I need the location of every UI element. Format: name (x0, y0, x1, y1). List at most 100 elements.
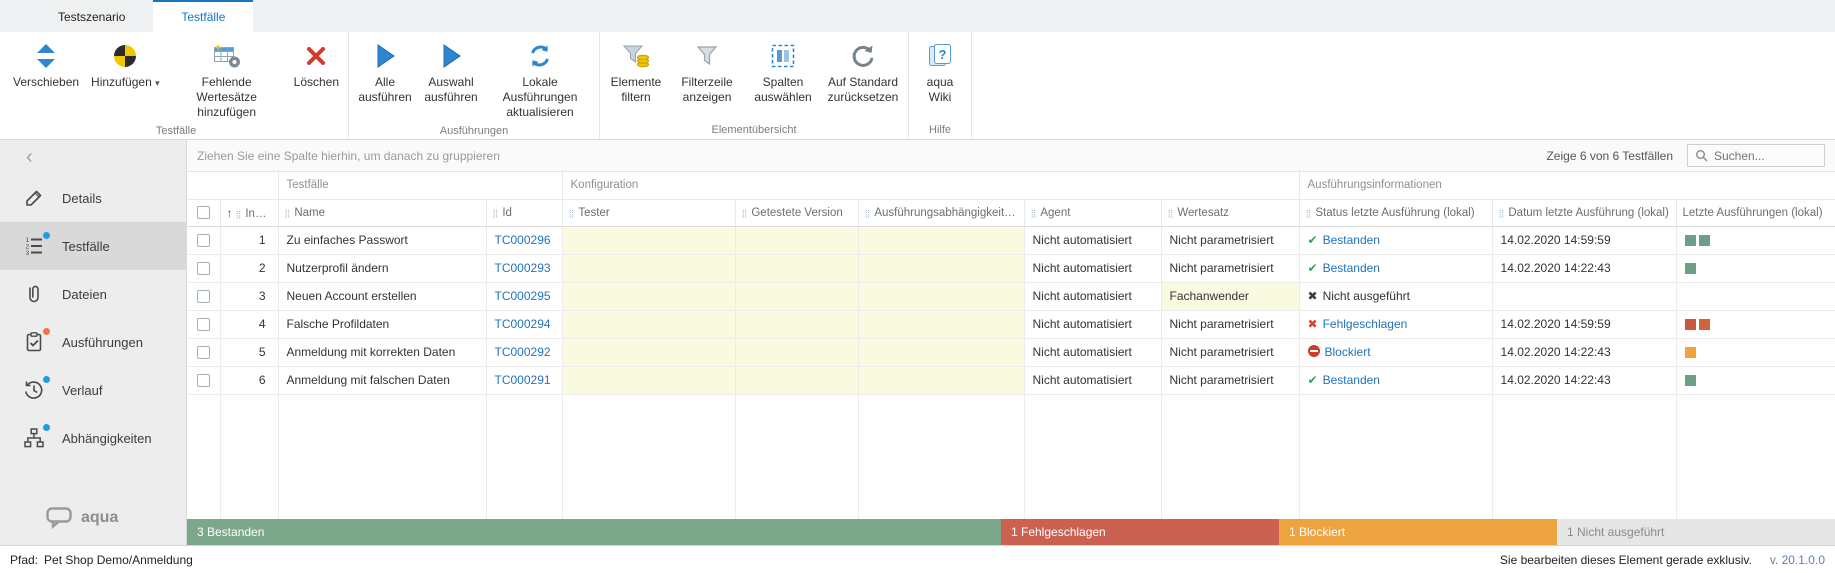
valueset-cell[interactable]: Nicht parametrisiert (1161, 310, 1299, 338)
tester-cell[interactable] (562, 254, 735, 282)
name-cell[interactable]: Anmeldung mit korrekten Daten (278, 338, 486, 366)
column-header-wertesatz[interactable]: ⣿Wertesatz (1161, 199, 1299, 226)
filter-elements-button[interactable]: Elemente filtern (603, 37, 669, 108)
reset-default-button[interactable]: Auf Standard zurücksetzen (821, 37, 905, 108)
version-cell[interactable] (735, 310, 858, 338)
tester-cell[interactable] (562, 226, 735, 254)
tab-testszenario[interactable]: Testszenario (30, 0, 153, 32)
agent-cell[interactable]: Nicht automatisiert (1024, 338, 1161, 366)
agent-cell[interactable]: Nicht automatisiert (1024, 282, 1161, 310)
column-header-ausfuehrungsabhaengigkeit[interactable]: ⣿Ausführungsabhängigkeit? (858, 199, 1024, 226)
sidebar-item-abhaengigkeiten[interactable]: Abhängigkeiten (0, 414, 186, 462)
table-row[interactable]: 2 Nutzerprofil ändern TC000293 Nicht aut… (187, 254, 1835, 282)
column-header-tester[interactable]: ⣿Tester (562, 199, 735, 226)
add-missing-valuesets-button[interactable]: Fehlende Wertesätze hinzufügen (166, 37, 288, 123)
run-selection-button[interactable]: Auswahl ausführen (418, 37, 484, 108)
dependency-cell[interactable] (858, 338, 1024, 366)
testcase-id-link[interactable]: TC000293 (495, 261, 551, 275)
status-cell[interactable]: ✔Bestanden (1299, 366, 1492, 394)
search-input[interactable] (1714, 149, 1814, 163)
name-cell[interactable]: Neuen Account erstellen (278, 282, 486, 310)
version-cell[interactable] (735, 282, 858, 310)
valueset-cell[interactable]: Nicht parametrisiert (1161, 366, 1299, 394)
tester-cell[interactable] (562, 338, 735, 366)
tester-cell[interactable] (562, 310, 735, 338)
version-cell[interactable] (735, 338, 858, 366)
column-header-datum-letzte-ausfuehrung[interactable]: ⣿Datum letzte Ausführung (lokal) (1492, 199, 1676, 226)
name-cell[interactable]: Falsche Profildaten (278, 310, 486, 338)
refresh-local-executions-button[interactable]: Lokale Ausführungen aktualisieren (484, 37, 596, 123)
row-checkbox[interactable] (197, 318, 210, 331)
sidebar-item-details[interactable]: Details (0, 174, 186, 222)
run-all-button[interactable]: Alle ausführen (352, 37, 418, 108)
testcase-id-link[interactable]: TC000295 (495, 289, 551, 303)
testcase-id-link[interactable]: TC000294 (495, 317, 551, 331)
column-header-letzte-ausfuehrungen[interactable]: Letzte Ausführungen (lokal) (1676, 199, 1835, 226)
name-cell[interactable]: Nutzerprofil ändern (278, 254, 486, 282)
choose-columns-button[interactable]: Spalten auswählen (745, 37, 821, 108)
status-cell[interactable]: ✔Bestanden (1299, 254, 1492, 282)
column-header-name[interactable]: ⣿Name (278, 199, 486, 226)
dependency-cell[interactable] (858, 226, 1024, 254)
row-checkbox[interactable] (197, 374, 210, 387)
sidebar-item-verlauf[interactable]: Verlauf (0, 366, 186, 414)
column-header-id[interactable]: ⣿Id (486, 199, 562, 226)
delete-button[interactable]: Löschen (288, 37, 345, 93)
collapse-sidebar-button[interactable]: ‹ (0, 140, 186, 174)
agent-cell[interactable]: Nicht automatisiert (1024, 310, 1161, 338)
table-row[interactable]: 5 Anmeldung mit korrekten Daten TC000292… (187, 338, 1835, 366)
table-row[interactable]: 1 Zu einfaches Passwort TC000296 Nicht a… (187, 226, 1835, 254)
table-row[interactable]: 4 Falsche Profildaten TC000294 Nicht aut… (187, 310, 1835, 338)
add-button[interactable]: Hinzufügen ▾ (85, 37, 166, 93)
status-cell[interactable]: Blockiert (1299, 338, 1492, 366)
status-cell[interactable]: ✖Nicht ausgeführt (1299, 282, 1492, 310)
name-cell[interactable]: Anmeldung mit falschen Daten (278, 366, 486, 394)
column-header-index[interactable]: ↑⣿Index (220, 199, 278, 226)
status-link[interactable]: Fehlgeschlagen (1323, 317, 1408, 331)
column-header-getestete-version[interactable]: ⣿Getestete Version (735, 199, 858, 226)
show-filter-row-button[interactable]: Filterzeile anzeigen (669, 37, 745, 108)
dependency-cell[interactable] (858, 310, 1024, 338)
select-all-checkbox[interactable] (197, 206, 210, 219)
row-checkbox[interactable] (197, 262, 210, 275)
dependency-cell[interactable] (858, 282, 1024, 310)
version-cell[interactable] (735, 366, 858, 394)
column-header-agent[interactable]: ⣿Agent (1024, 199, 1161, 226)
aqua-wiki-button[interactable]: ? aqua Wiki (912, 37, 968, 108)
status-cell[interactable]: ✖Fehlgeschlagen (1299, 310, 1492, 338)
status-link[interactable]: Blockiert (1325, 345, 1371, 359)
table-row[interactable]: 3 Neuen Account erstellen TC000295 Nicht… (187, 282, 1835, 310)
valueset-cell[interactable]: Nicht parametrisiert (1161, 338, 1299, 366)
testcase-id-link[interactable]: TC000291 (495, 373, 551, 387)
dependency-cell[interactable] (858, 254, 1024, 282)
agent-cell[interactable]: Nicht automatisiert (1024, 226, 1161, 254)
status-link[interactable]: Bestanden (1323, 233, 1380, 247)
sidebar-item-dateien[interactable]: Dateien (0, 270, 186, 318)
status-link[interactable]: Bestanden (1323, 261, 1380, 275)
tester-cell[interactable] (562, 282, 735, 310)
dependency-cell[interactable] (858, 366, 1024, 394)
version-cell[interactable] (735, 254, 858, 282)
testcase-id-link[interactable]: TC000296 (495, 233, 551, 247)
move-button[interactable]: Verschieben (7, 37, 85, 93)
valueset-cell[interactable]: Nicht parametrisiert (1161, 226, 1299, 254)
testcase-id-link[interactable]: TC000292 (495, 345, 551, 359)
sidebar-item-ausfuehrungen[interactable]: Ausführungen (0, 318, 186, 366)
row-checkbox[interactable] (197, 346, 210, 359)
search-box[interactable] (1687, 144, 1825, 167)
name-cell[interactable]: Zu einfaches Passwort (278, 226, 486, 254)
version-cell[interactable] (735, 226, 858, 254)
valueset-cell[interactable]: Fachanwender (1161, 282, 1299, 310)
row-checkbox[interactable] (197, 290, 210, 303)
status-link[interactable]: Bestanden (1323, 373, 1380, 387)
row-checkbox[interactable] (197, 234, 210, 247)
tester-cell[interactable] (562, 366, 735, 394)
column-header-status-letzte-ausfuehrung[interactable]: ⣿Status letzte Ausführung (lokal) (1299, 199, 1492, 226)
agent-cell[interactable]: Nicht automatisiert (1024, 254, 1161, 282)
table-row[interactable]: 6 Anmeldung mit falschen Daten TC000291 … (187, 366, 1835, 394)
agent-cell[interactable]: Nicht automatisiert (1024, 366, 1161, 394)
sidebar-item-testfaelle[interactable]: 123 Testfälle (0, 222, 186, 270)
valueset-cell[interactable]: Nicht parametrisiert (1161, 254, 1299, 282)
status-cell[interactable]: ✔Bestanden (1299, 226, 1492, 254)
tab-testfaelle[interactable]: Testfälle (153, 0, 253, 32)
